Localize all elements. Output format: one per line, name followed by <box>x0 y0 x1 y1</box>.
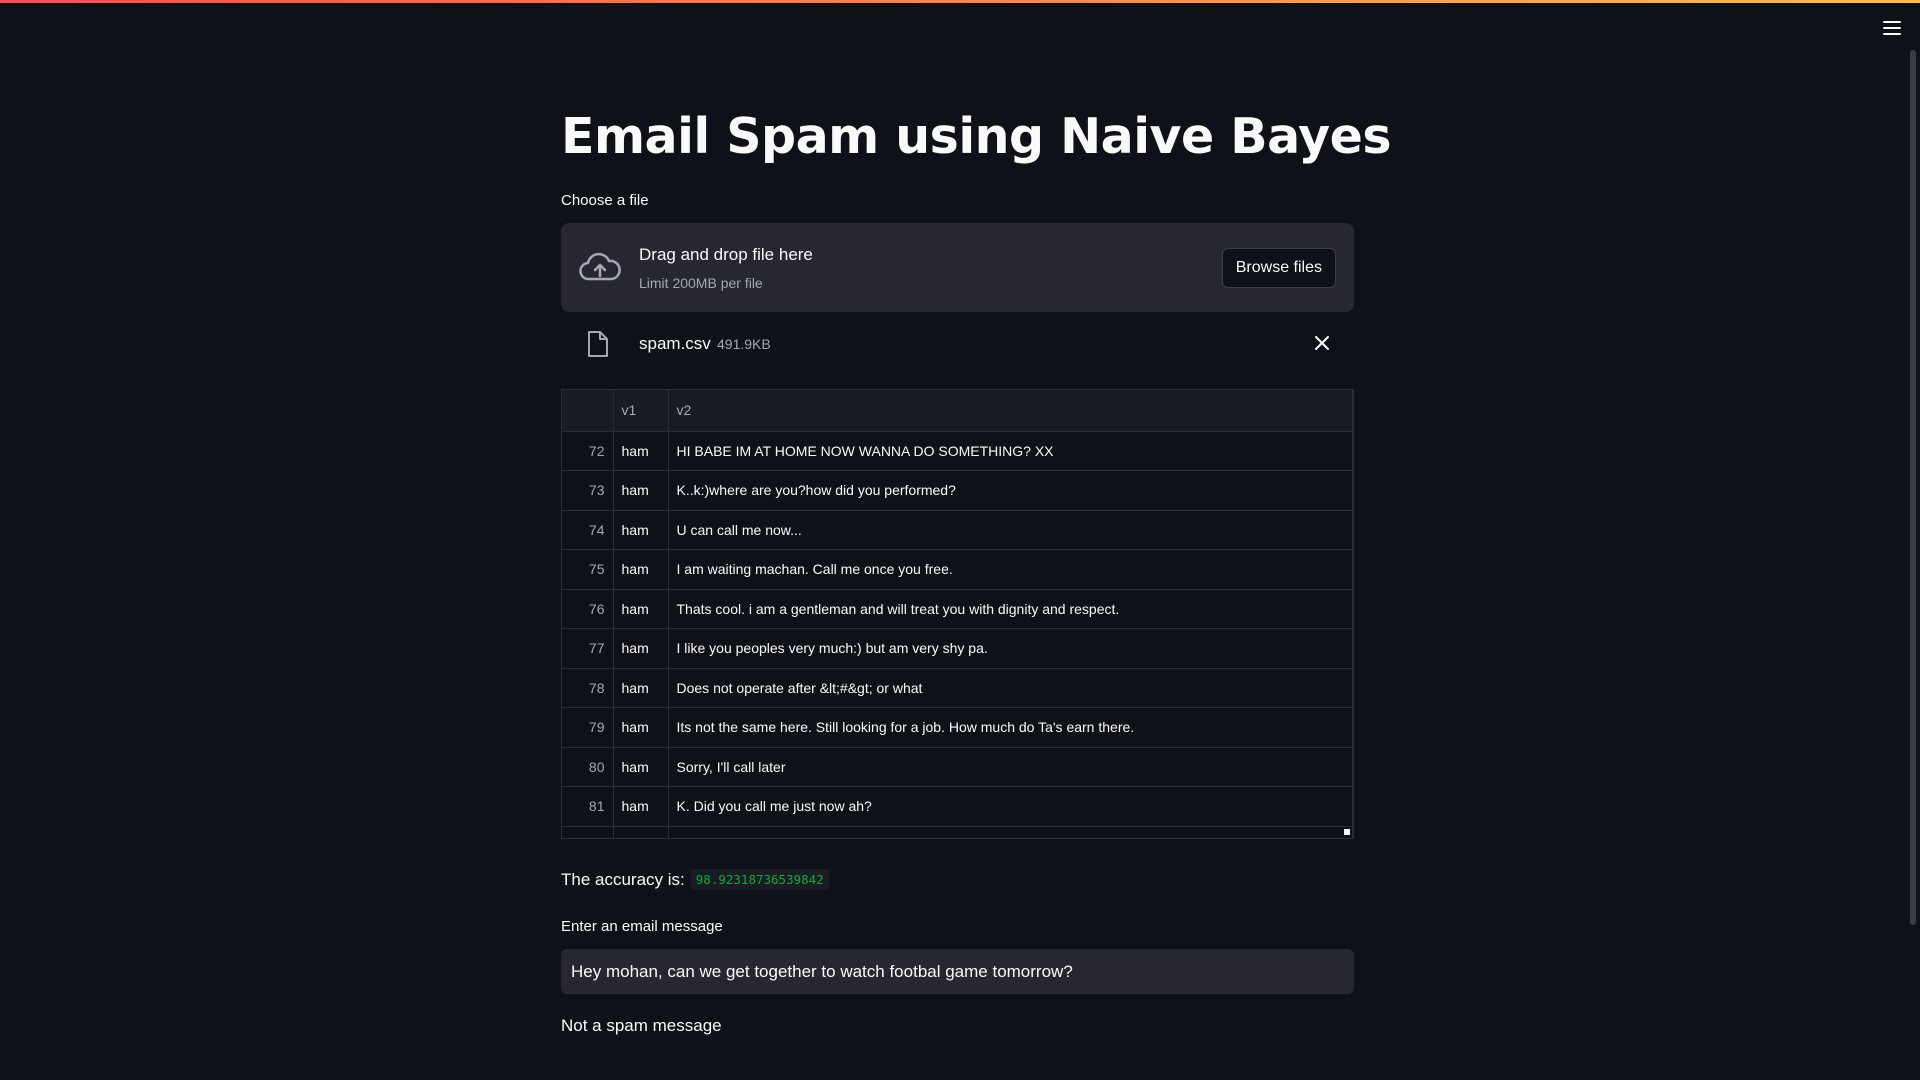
table-row: 75 ham I am waiting machan. Call me once y… <box>562 549 1353 590</box>
table-row: 79 ham Its not the same here. Still lookin… <box>562 707 1353 748</box>
accuracy-line: The accuracy is: 98.92318736539842 <box>561 869 829 890</box>
table-row: 73 ham K..k:)where are you?how did you per… <box>562 470 1353 511</box>
row-index-cell[interactable]: 75 <box>562 549 614 590</box>
close-icon[interactable] <box>1312 333 1332 353</box>
table-row: 80 ham Sorry, I'll call later <box>562 747 1353 787</box>
label-cell[interactable]: ham <box>613 826 669 838</box>
uploaded-file: spam.csv 491.9KB <box>561 325 1354 365</box>
page-scrollbar[interactable] <box>1910 50 1916 925</box>
row-index-cell[interactable]: 82 <box>562 826 614 838</box>
table-row: 82hamOk i am on the way to home hi hi <box>562 826 1353 838</box>
browse-files-button[interactable]: Browse files <box>1221 248 1336 288</box>
file-size: 491.9KB <box>717 336 771 352</box>
message-cell[interactable]: K..k:)where are you?how did you performe… <box>668 470 1353 511</box>
label-cell[interactable]: ham <box>613 747 669 787</box>
column-header-v2[interactable]: v2 <box>668 390 1353 432</box>
column-header-v1[interactable]: v1 <box>613 390 669 432</box>
table-row: 72 ham HI BABE IM AT HOME NOW WANNA DO SOM… <box>562 431 1353 471</box>
label-cell[interactable]: ham <box>613 510 669 550</box>
table-row: 78 ham Does not operate after &lt;#&gt; or… <box>562 668 1353 708</box>
message-cell[interactable]: Its not the same here. Still looking for… <box>668 707 1353 748</box>
email-input-label: Enter an email message <box>561 918 723 935</box>
label-cell[interactable]: ham <box>613 668 669 708</box>
accuracy-value: 98.92318736539842 <box>690 869 829 890</box>
file-uploader-label: Choose a file <box>561 192 649 209</box>
row-index-cell[interactable]: 76 <box>562 589 614 629</box>
prediction-result: Not a spam message <box>561 1016 722 1035</box>
message-cell[interactable]: U can call me now... <box>668 510 1353 550</box>
main-menu-button[interactable] <box>1876 14 1908 42</box>
dropzone-instructions: Drag and drop file here <box>639 245 813 264</box>
cloud-upload-icon <box>579 252 621 281</box>
message-cell[interactable]: Does not operate after &lt;#&gt; or what <box>668 668 1353 708</box>
message-cell[interactable]: HI BABE IM AT HOME NOW WANNA DO SOMETHIN… <box>668 431 1353 471</box>
label-cell[interactable]: ham <box>613 786 669 827</box>
table-resize-handle[interactable] <box>1344 829 1350 835</box>
message-cell[interactable]: Sorry, I'll call later <box>668 747 1353 787</box>
page-title: Email Spam using Naive Bayes <box>561 108 1392 165</box>
table-row: 81 ham K. Did you call me just now ah? <box>562 786 1353 827</box>
message-cell[interactable]: K. Did you call me just now ah? <box>668 786 1353 827</box>
message-cell[interactable]: Thats cool. i am a gentleman and will tr… <box>668 589 1353 629</box>
table-row: 76 ham Thats cool. i am a gentleman and wi… <box>562 589 1353 629</box>
table-row: 77 ham I like you peoples very much:) but … <box>562 628 1353 669</box>
row-index-cell[interactable]: 81 <box>562 786 614 827</box>
row-index-cell[interactable]: 78 <box>562 668 614 708</box>
label-cell[interactable]: ham <box>613 628 669 669</box>
dataframe-table[interactable]: v1 v2 72 ham HI BABE IM AT HOME NOW WANNA … <box>561 389 1354 839</box>
message-cell[interactable]: Ok i am on the way to home hi hi <box>668 826 1353 838</box>
email-message-input[interactable] <box>561 949 1354 994</box>
label-cell[interactable]: ham <box>613 549 669 590</box>
message-cell[interactable]: I am waiting machan. Call me once you fr… <box>668 549 1353 590</box>
row-index-cell[interactable]: 72 <box>562 431 614 471</box>
row-index-cell[interactable]: 80 <box>562 747 614 787</box>
row-index-cell[interactable]: 77 <box>562 628 614 669</box>
label-cell[interactable]: ham <box>613 431 669 471</box>
table-row: 74 ham U can call me now... <box>562 510 1353 550</box>
menu-icon <box>1883 21 1901 23</box>
label-cell[interactable]: ham <box>613 470 669 511</box>
label-cell[interactable]: ham <box>613 589 669 629</box>
column-header-index[interactable] <box>562 390 614 432</box>
dropzone-limit: Limit 200MB per file <box>639 275 763 291</box>
file-name: spam.csv <box>639 334 711 353</box>
file-icon <box>588 331 608 357</box>
message-cell[interactable]: I like you peoples very much:) but am ve… <box>668 628 1353 669</box>
top-decoration-bar <box>0 0 1920 3</box>
table-header-row: v1 v2 <box>562 390 1353 432</box>
row-index-cell[interactable]: 79 <box>562 707 614 748</box>
accuracy-label: The accuracy is: <box>561 869 685 889</box>
file-dropzone[interactable]: Drag and drop file here Limit 200MB per … <box>561 223 1354 312</box>
label-cell[interactable]: ham <box>613 707 669 748</box>
row-index-cell[interactable]: 73 <box>562 470 614 511</box>
row-index-cell[interactable]: 74 <box>562 510 614 550</box>
